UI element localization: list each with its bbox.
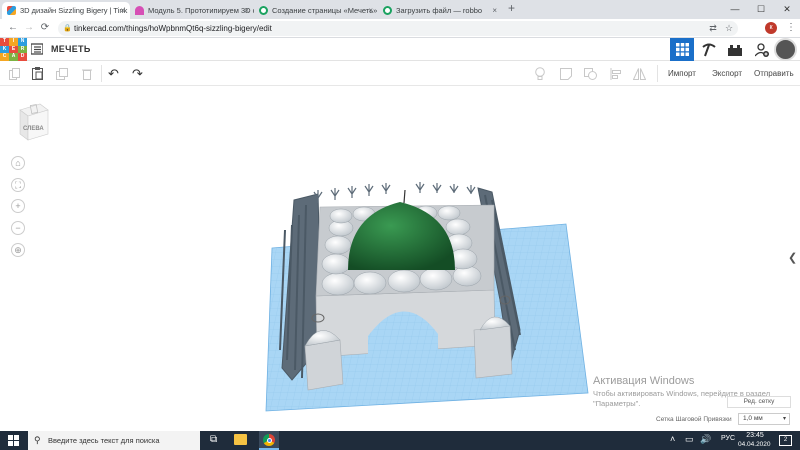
close-icon[interactable]: × [120, 2, 125, 19]
tab-title: Модуль 5. Прототипируем 3D о [148, 6, 254, 15]
duplicate-icon[interactable] [53, 65, 70, 82]
globe-icon [259, 6, 268, 15]
send-to-button[interactable]: Отправить [754, 61, 794, 86]
lock-icon: 🔒 [63, 25, 72, 32]
grid-icon [675, 43, 689, 56]
tinkercad-header: TIN KER CAD МЕЧЕТЬ [0, 38, 800, 61]
clock-date[interactable]: 04.04.2020 [738, 441, 771, 449]
toolbar-divider [101, 65, 102, 82]
snap-grid-value: 1,0 мм [743, 415, 763, 422]
reload-icon[interactable]: ⟳ [38, 21, 52, 35]
tab-tinkercad[interactable]: 3D дизайн Sizzling Bigery | Tink × [2, 2, 130, 19]
project-name[interactable]: МЕЧЕТЬ [51, 38, 91, 61]
redo-icon[interactable]: ↷ [129, 65, 146, 82]
toolbar-divider [657, 65, 658, 82]
tab-title: Создание страницы «Мечеть» [272, 6, 378, 15]
volume-icon[interactable]: 🔊 [700, 434, 711, 445]
search-icon: ⚲ [34, 435, 41, 445]
activation-watermark-link: "Параметры". [593, 399, 641, 408]
trash-icon[interactable] [78, 65, 95, 82]
snap-grid-select[interactable]: 1,0 мм ▾ [738, 413, 790, 425]
align-icon[interactable] [607, 65, 624, 82]
translate-icon[interactable]: ⇄ [706, 21, 720, 35]
bricks-button[interactable] [723, 38, 747, 61]
globe-icon [383, 6, 392, 15]
pickaxe-icon [702, 43, 716, 56]
group-icon[interactable] [582, 65, 599, 82]
export-button[interactable]: Экспорт [712, 61, 742, 86]
paste-icon[interactable] [29, 65, 46, 82]
tab-upload-file[interactable]: Загрузить файл — robbo × [378, 2, 502, 19]
clock-time[interactable]: 23:45 [745, 432, 765, 440]
user-avatar[interactable] [774, 38, 797, 61]
close-icon[interactable]: × [244, 2, 249, 19]
tab-module[interactable]: Модуль 5. Прототипируем 3D о × [130, 2, 254, 19]
import-button[interactable]: Импорт [668, 61, 696, 86]
windows-start-icon[interactable] [8, 435, 19, 446]
back-fence [313, 182, 476, 203]
new-tab-button[interactable]: + [508, 1, 515, 15]
file-explorer-icon[interactable] [234, 434, 247, 445]
url-text: tinkercad.com/things/hoWpbnmQt6q-sizzlin… [74, 24, 272, 33]
language-indicator[interactable]: РУС [721, 435, 735, 442]
blocks-button[interactable] [697, 38, 721, 61]
tab-title: Загрузить файл — robbo [396, 6, 483, 15]
notification-count: 2 [783, 437, 788, 443]
edit-grid-button[interactable]: Ред. сетку [727, 396, 791, 408]
url-field[interactable]: 🔒 tinkercad.com/things/hoWpbnmQt6q-sizzl… [58, 21, 738, 36]
window-close-button[interactable]: ✕ [774, 0, 800, 19]
browser-menu-icon[interactable]: ⋮ [784, 21, 798, 35]
tab-create-page[interactable]: Создание страницы «Мечеть» × [254, 2, 378, 19]
chrome-taskbar-button[interactable] [259, 431, 279, 450]
address-bar-row: ← → ⟳ 🔒 tinkercad.com/things/hoWpbnmQt6q… [0, 19, 800, 38]
snap-grid-label: Сетка Шаговой Привязки [656, 416, 732, 423]
tinkercad-logo[interactable]: TIN KER CAD [0, 38, 27, 61]
tinkercad-icon [7, 6, 16, 15]
chevron-down-icon: ▾ [782, 416, 786, 422]
design-list-icon[interactable] [31, 43, 43, 55]
minimize-button[interactable]: — [722, 0, 748, 19]
collapse-panel-icon[interactable]: ❮ [788, 251, 797, 264]
mirror-icon[interactable] [631, 65, 648, 82]
brick-icon [728, 44, 742, 56]
forward-arrow-icon[interactable]: → [22, 21, 36, 35]
workplane-viewport[interactable]: СЛЕВА ⌂ ⛶ + − ⊕ ❮ Активация Windows Чтоб… [0, 86, 800, 431]
undo-icon[interactable]: ↶ [105, 65, 122, 82]
edit-toolbar: ↶ ↷ Импорт Экспорт Отправить [0, 61, 800, 86]
windows-taskbar: ⚲ Введите здесь текст для поиска ⧉ ˄ ▭ 🔊… [0, 431, 800, 450]
module-icon [135, 6, 144, 15]
notification-center-icon[interactable]: 2 [779, 435, 792, 446]
network-icon[interactable]: ▭ [685, 434, 694, 445]
profile-avatar[interactable]: к [765, 22, 777, 34]
copy-icon[interactable] [6, 65, 23, 82]
activation-watermark-title: Активация Windows [593, 375, 695, 387]
task-view-icon[interactable]: ⧉ [210, 434, 217, 445]
central-dome [348, 189, 455, 270]
bookmark-star-icon[interactable]: ☆ [722, 21, 736, 35]
view-3d-button[interactable] [670, 38, 694, 61]
add-user-icon [755, 42, 769, 57]
light-bulb-icon[interactable] [531, 65, 548, 82]
close-icon[interactable]: × [368, 2, 373, 19]
add-user-button[interactable] [750, 38, 774, 61]
browser-tab-strip: 3D дизайн Sizzling Bigery | Tink × Модул… [0, 0, 800, 19]
tab-title: 3D дизайн Sizzling Bigery | Tink [20, 6, 128, 15]
back-arrow-icon[interactable]: ← [6, 21, 20, 35]
close-icon[interactable]: × [492, 2, 497, 19]
taskbar-search-placeholder: Введите здесь текст для поиска [48, 436, 160, 445]
taskbar-search-box[interactable]: ⚲ Введите здесь текст для поиска [28, 431, 200, 450]
note-icon[interactable] [557, 65, 574, 82]
chrome-icon [263, 434, 275, 446]
maximize-button[interactable]: ☐ [748, 0, 774, 19]
tray-up-icon[interactable]: ˄ [670, 434, 675, 444]
